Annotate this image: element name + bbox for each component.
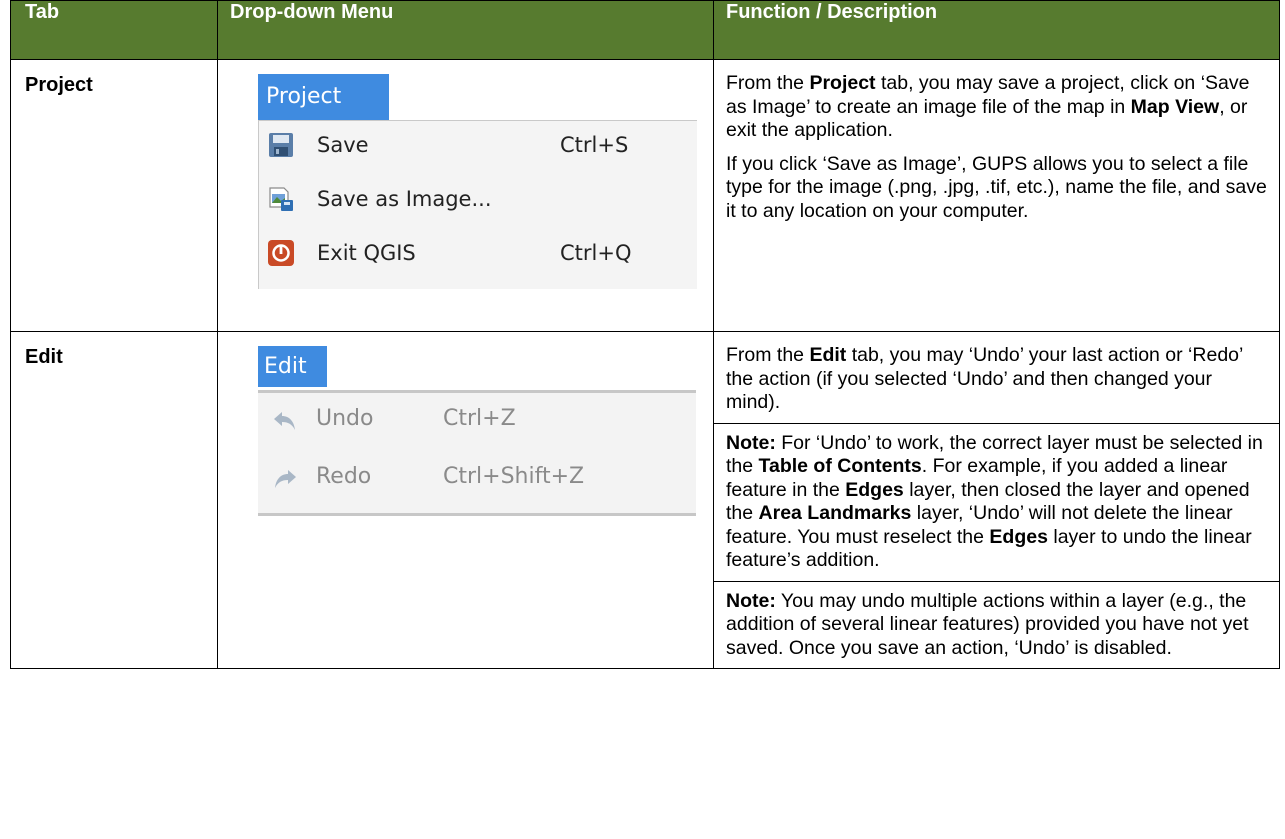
menu-item-label: Save as Image... [317,187,492,211]
edit-menu-title[interactable]: Edit [258,346,327,387]
exit-icon [267,239,295,267]
menu-item-label: Exit QGIS [317,241,416,265]
edit-menu-panel: Undo Ctrl+Z Redo Ctrl+Shift+Z [258,393,696,516]
project-description: From the Project tab, you may save a pro… [713,59,1280,332]
edit-note-2: Note: You may undo multiple actions with… [714,580,1279,669]
menu-item-exit-qgis[interactable]: Exit QGIS Ctrl+Q [259,233,697,273]
edit-description: From the Edit tab, you may ‘Undo’ your l… [713,331,1280,669]
header-tab: Tab [10,0,218,60]
menu-item-label: Undo [316,406,374,431]
tab-name-edit: Edit [10,331,218,669]
project-desc-paragraph-2: If you click ‘Save as Image’, GUPS allow… [726,152,1267,222]
menu-item-save[interactable]: Save Ctrl+S [259,125,697,165]
edit-desc-paragraph: From the Edit tab, you may ‘Undo’ your l… [726,344,1243,413]
project-menu-cell: Project Save Ctrl+S Save as Image... Exi… [217,59,714,332]
menu-item-shortcut: Ctrl+Shift+Z [443,464,585,489]
menu-item-label: Save [317,133,369,157]
edit-menu-screenshot: Edit Undo Ctrl+Z Redo Ctrl+Shift+Z [258,346,696,516]
menu-item-save-as-image[interactable]: Save as Image... [259,179,697,219]
header-row: Tab Drop-down Menu Function / Descriptio… [10,0,1280,60]
table-row-project: Project Project Save Ctrl+S Save as Imag… [10,59,1280,332]
undo-icon [272,407,298,431]
menu-item-shortcut: Ctrl+Q [560,241,632,265]
save-image-icon [267,185,295,213]
project-menu-title[interactable]: Project [258,74,389,120]
menu-item-label: Redo [316,464,372,489]
table-row-edit: Edit Edit Undo Ctrl+Z Redo Ctrl+Shift+Z … [10,331,1280,669]
menu-item-shortcut: Ctrl+Z [443,406,516,431]
header-dropdown-menu: Drop-down Menu [217,0,714,60]
project-menu-panel: Save Ctrl+S Save as Image... Exit QGIS C… [258,120,697,289]
project-menu-screenshot: Project Save Ctrl+S Save as Image... Exi… [258,74,697,289]
menu-item-shortcut: Ctrl+S [560,133,629,157]
menu-item-redo[interactable]: Redo Ctrl+Shift+Z [258,457,696,497]
menu-reference-table: Tab Drop-down Menu Function / Descriptio… [10,0,1280,669]
edit-menu-cell: Edit Undo Ctrl+Z Redo Ctrl+Shift+Z [217,331,714,669]
menu-item-undo[interactable]: Undo Ctrl+Z [258,399,696,439]
redo-icon [272,465,298,489]
edit-note-1: Note: For ‘Undo’ to work, the correct la… [714,422,1279,581]
header-function-description: Function / Description [713,0,1280,60]
save-icon [267,131,295,159]
project-desc-paragraph-1: From the Project tab, you may save a pro… [726,72,1250,141]
tab-name-project: Project [10,59,218,332]
